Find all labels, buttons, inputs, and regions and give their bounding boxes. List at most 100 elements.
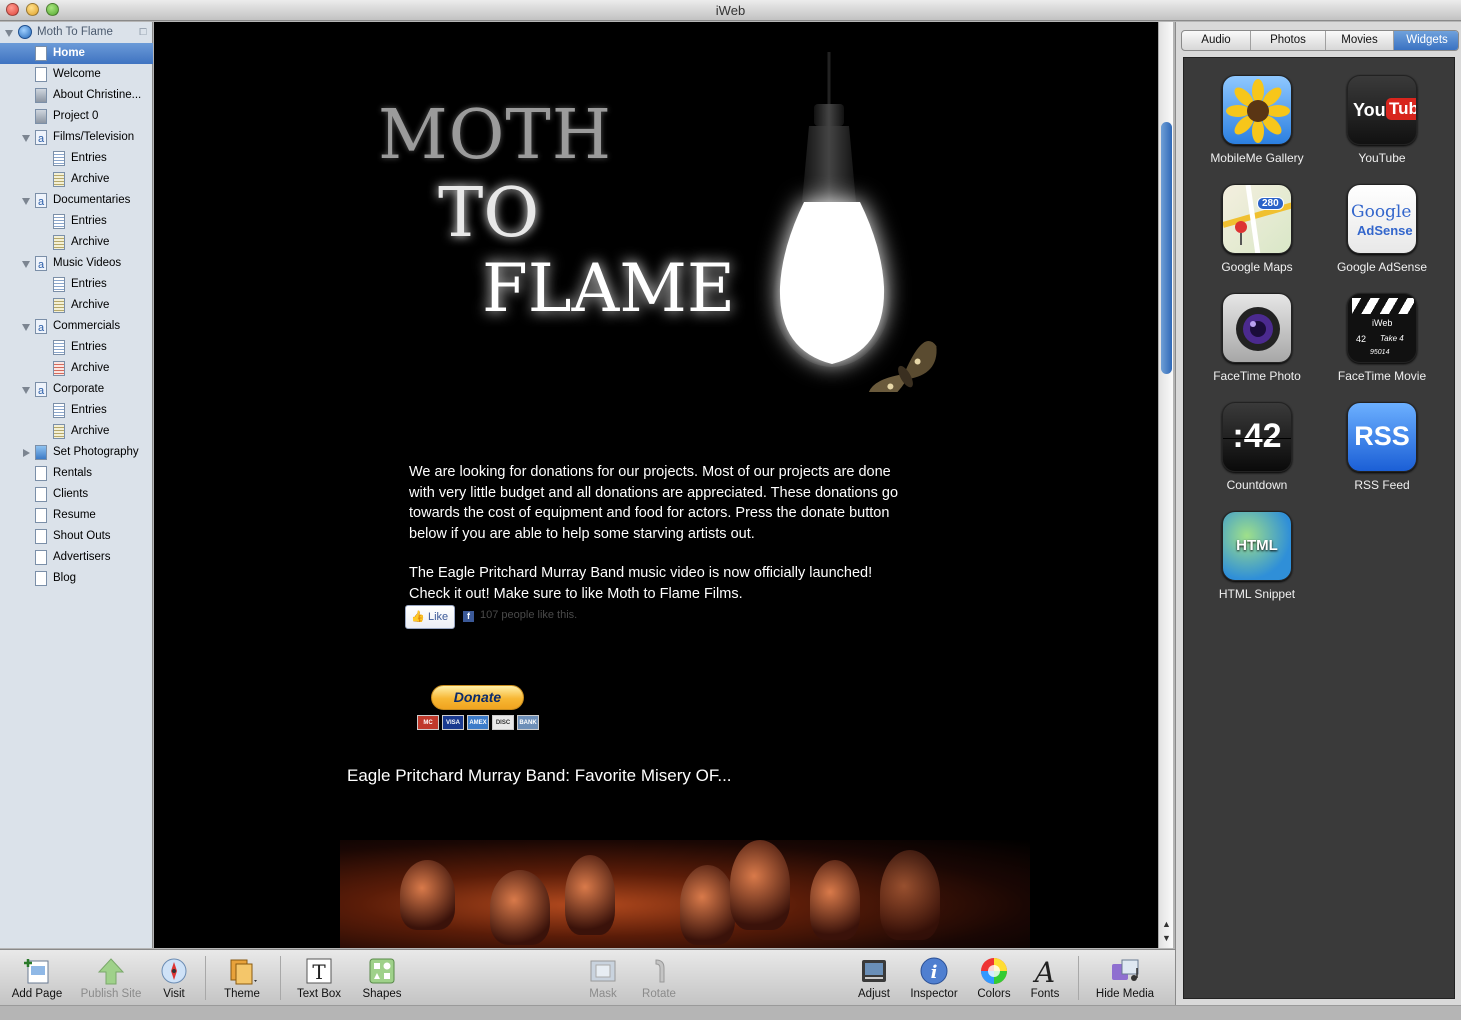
sidebar-item-label: Archive (71, 425, 110, 437)
sidebar-item-commercials[interactable]: Commercials (0, 316, 153, 339)
sidebar-item-entries[interactable]: Entries (0, 211, 153, 232)
sidebar-item-rentals[interactable]: Rentals (0, 463, 153, 484)
widget-facetime-movie[interactable]: iWeb 42 Take 4 95014 FaceTime Movie (1317, 293, 1447, 383)
sidebar-item-label: Set Photography (53, 446, 139, 458)
sidebar-item-archive[interactable]: Archive (0, 232, 153, 253)
sidebar-item-label: Welcome (53, 68, 101, 80)
tab-photos[interactable]: Photos (1251, 31, 1326, 50)
person-page-icon (35, 109, 47, 124)
sidebar-item-blog[interactable]: Blog (0, 568, 153, 589)
site-title-to: TO (438, 174, 540, 253)
adsense-icon: Google AdSense (1347, 184, 1417, 254)
sidebar-item-shout-outs[interactable]: Shout Outs (0, 526, 153, 547)
widget-google-maps[interactable]: 280 Google Maps (1192, 184, 1322, 274)
visit-button[interactable]: Visit (148, 950, 200, 1006)
close-window-button[interactable] (6, 3, 19, 16)
canvas-vertical-scrollbar[interactable]: ▲ ▼ (1158, 22, 1173, 948)
zoom-window-button[interactable] (46, 3, 59, 16)
sidebar-item-set-photography[interactable]: Set Photography (0, 442, 153, 463)
site-title-moth: MOTH (378, 96, 613, 175)
svg-text:T: T (312, 960, 326, 984)
archive-icon (53, 172, 65, 187)
disclosure-triangle-icon[interactable] (22, 135, 30, 142)
publish-site-button[interactable]: Publish Site (76, 950, 146, 1006)
sidebar-item-about-christine[interactable]: About Christine... (0, 85, 153, 106)
sidebar-item-welcome[interactable]: Welcome (0, 64, 153, 85)
sidebar-item-label: Archive (71, 299, 110, 311)
colors-button[interactable]: Colors (968, 950, 1020, 1006)
sidebar-item-archive[interactable]: Archive (0, 169, 153, 190)
video-thumbnail[interactable] (340, 840, 1030, 948)
rotate-button[interactable]: Rotate (634, 950, 684, 1006)
visa-icon: VISA (442, 715, 464, 730)
sidebar-item-clients[interactable]: Clients (0, 484, 153, 505)
sidebar-item-films-television[interactable]: Films/Television (0, 127, 153, 150)
widget-html-snippet[interactable]: HTML HTML Snippet (1192, 511, 1322, 601)
sidebar-item-archive[interactable]: Archive (0, 295, 153, 316)
tab-movies[interactable]: Movies (1326, 31, 1394, 50)
shapes-button[interactable]: Shapes (352, 950, 412, 1006)
sidebar-item-archive[interactable]: Archive (0, 421, 153, 442)
mask-button[interactable]: Mask (578, 950, 628, 1006)
bottom-toolbar: Add Page Publish Site Visit Theme T Text… (0, 949, 1175, 1005)
sidebar-item-entries[interactable]: Entries (0, 274, 153, 295)
paypal-donate-button[interactable]: Donate (431, 685, 524, 710)
scroll-thumb[interactable] (1161, 122, 1172, 374)
page-canvas[interactable]: MOTH TO FLAME We are looking for donatio… (154, 22, 1158, 948)
sidebar-item-home[interactable]: Home (0, 43, 153, 64)
text-box-button[interactable]: T Text Box (288, 950, 350, 1006)
sidebar-item-entries[interactable]: Entries (0, 337, 153, 358)
sidebar-item-entries[interactable]: Entries (0, 400, 153, 421)
widget-countdown[interactable]: :42 Countdown (1192, 402, 1322, 492)
scroll-up-arrow-icon[interactable]: ▲ (1162, 919, 1171, 929)
widget-youtube[interactable]: You Tube YouTube (1317, 75, 1447, 165)
shapes-icon (369, 958, 395, 984)
widget-mobileme-gallery[interactable]: MobileMe Gallery (1192, 75, 1322, 165)
archive-icon (53, 235, 65, 250)
widget-facetime-photo[interactable]: FaceTime Photo (1192, 293, 1322, 383)
theme-icon (230, 959, 257, 985)
sidebar-item-label: About Christine... (53, 89, 142, 101)
hide-media-button[interactable]: Hide Media (1088, 950, 1162, 1006)
sidebar-item-advertisers[interactable]: Advertisers (0, 547, 153, 568)
fonts-button[interactable]: A Fonts (1022, 950, 1068, 1006)
disclosure-triangle-icon[interactable] (22, 324, 30, 331)
inspector-button[interactable]: i Inspector (904, 950, 964, 1006)
rss-feed-icon: RSS (1347, 402, 1417, 472)
facebook-like-button[interactable]: Like (405, 605, 455, 629)
minimize-window-button[interactable] (26, 3, 39, 16)
sidebar-item-documentaries[interactable]: Documentaries (0, 190, 153, 213)
widget-rss-feed[interactable]: RSS RSS Feed (1317, 402, 1447, 492)
sunflower-icon (1222, 75, 1292, 145)
scroll-down-arrow-icon[interactable]: ▼ (1162, 933, 1171, 943)
disclosure-triangle-icon[interactable] (5, 30, 13, 37)
disclosure-triangle-icon[interactable] (22, 261, 30, 268)
adjust-button[interactable]: Adjust (846, 950, 902, 1006)
sidebar-item-archive[interactable]: Archive (0, 358, 153, 379)
sidebar-item-resume[interactable]: Resume (0, 505, 153, 526)
widgets-grid: MobileMe Gallery You Tube YouTube 280 Go… (1183, 57, 1455, 999)
sidebar-item-label: Home (53, 47, 85, 59)
disclosure-triangle-icon[interactable] (22, 198, 30, 205)
window-title: iWeb (715, 3, 746, 18)
add-page-button[interactable]: Add Page (6, 950, 68, 1006)
tab-audio[interactable]: Audio (1182, 31, 1251, 50)
tab-widgets[interactable]: Widgets (1394, 31, 1458, 50)
sidebar-item-project-0[interactable]: Project 0 (0, 106, 153, 127)
archive-icon (53, 298, 65, 313)
sidebar-item-music-videos[interactable]: Music Videos (0, 253, 153, 276)
publish-arrow-icon (97, 958, 125, 985)
sidebar-item-label: Entries (71, 404, 107, 416)
lightbulb-moth-image[interactable] (754, 52, 954, 392)
page-icon (35, 487, 47, 502)
theme-button[interactable]: Theme (213, 950, 271, 1006)
disclosure-triangle-icon[interactable] (22, 387, 30, 394)
sidebar-item-corporate[interactable]: Corporate (0, 379, 153, 402)
mask-icon (590, 960, 616, 982)
like-count-text: 107 people like this. (480, 609, 578, 621)
sidebar-item-entries[interactable]: Entries (0, 148, 153, 169)
page-icon (35, 508, 47, 523)
disclosure-triangle-icon[interactable] (23, 449, 30, 457)
widget-google-adsense[interactable]: Google AdSense Google AdSense (1317, 184, 1447, 274)
sidebar-site-row[interactable]: Moth To Flame ⧠ (0, 22, 153, 43)
